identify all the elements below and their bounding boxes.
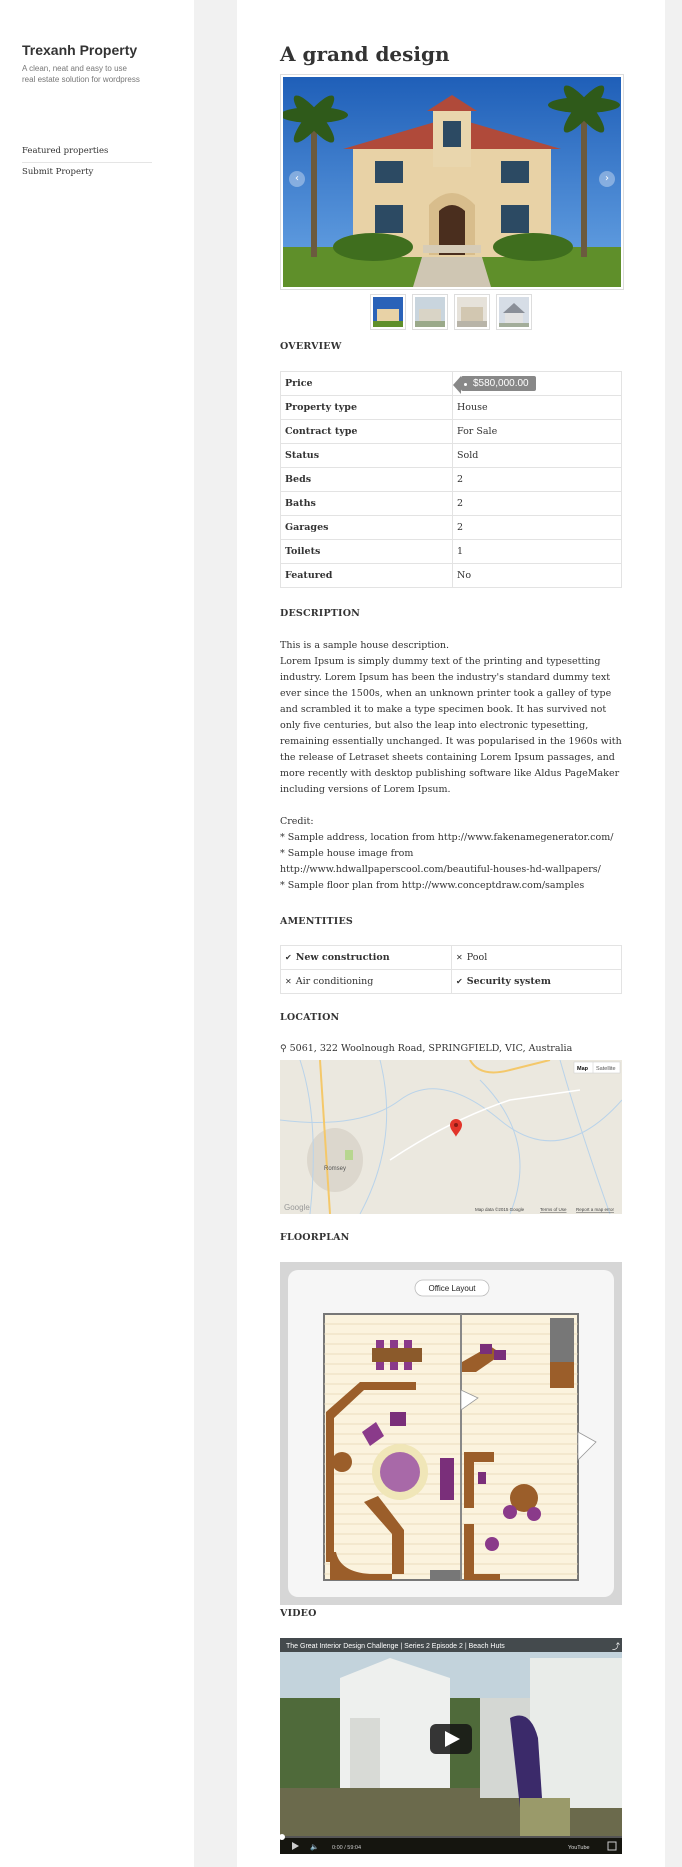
thumbnail-strip <box>370 294 540 330</box>
amenity-item: ✕ Air conditioning <box>279 969 453 994</box>
video-heading: VIDEO <box>280 1608 317 1619</box>
nav-item-submit-property[interactable]: Submit Property <box>22 163 152 183</box>
table-row: Garages 2 <box>280 515 622 540</box>
table-row: Toilets 1 <box>280 539 622 564</box>
map-label-romsey: Romsey <box>324 1166 346 1172</box>
thumbnail-3[interactable] <box>454 294 490 330</box>
row-value: House <box>452 395 622 420</box>
credit-line: * Sample floor plan from http://www.conc… <box>280 880 585 891</box>
row-value: For Sale <box>452 419 622 444</box>
volume-icon[interactable]: 🔈 <box>310 1843 319 1851</box>
amenity-label: New construction <box>295 952 390 963</box>
floorplan-image: Office Layout <box>280 1262 622 1605</box>
row-value: No <box>452 563 622 588</box>
slider-prev-icon[interactable]: ‹ <box>289 171 305 187</box>
main-content: A grand design ‹ › OVERVIEW Price $580,0… <box>237 0 665 1867</box>
row-value: 1 <box>452 539 622 564</box>
video-time: 0:00 / 59:04 <box>332 1845 361 1851</box>
row-value: 2 <box>452 467 622 492</box>
row-value: 2 <box>452 515 622 540</box>
thumbnail-1[interactable] <box>370 294 406 330</box>
amenity-item: ✔ New construction <box>279 945 453 970</box>
map-pin-icon: ⚲ <box>280 1044 287 1054</box>
row-key: Baths <box>280 491 453 516</box>
slider-next-icon[interactable]: › <box>599 171 615 187</box>
row-value: Sold <box>452 443 622 468</box>
site-description: A clean, neat and easy to use real estat… <box>22 64 140 84</box>
thumbnail-2[interactable] <box>412 294 448 330</box>
overview-heading: OVERVIEW <box>280 341 342 352</box>
row-value: 2 <box>452 491 622 516</box>
row-key: Featured <box>280 563 453 588</box>
image-slider[interactable]: ‹ › <box>280 74 624 290</box>
cross-icon: ✕ <box>456 953 463 962</box>
video-title[interactable]: The Great Interior Design Challenge | Se… <box>286 1643 505 1650</box>
address: ⚲ 5061, 322 Woolnough Road, SPRINGFIELD,… <box>280 1043 572 1054</box>
map-widget[interactable]: Romsey Google Map data ©2015 Google Term… <box>280 1060 622 1214</box>
post-title: A grand design <box>280 42 450 66</box>
description-heading: DESCRIPTION <box>280 608 361 619</box>
map-terms-link[interactable]: Terms of Use <box>540 1207 567 1212</box>
video-player[interactable]: The Great Interior Design Challenge | Se… <box>280 1638 622 1854</box>
youtube-logo[interactable]: YouTube <box>568 1845 590 1851</box>
thumbnail-4[interactable] <box>496 294 532 330</box>
map-report-link[interactable]: Report a map error <box>576 1207 615 1212</box>
check-icon: ✔ <box>285 953 292 962</box>
description-body: This is a sample house description. Lore… <box>280 638 624 910</box>
amenity-item: ✕ Pool <box>451 945 622 970</box>
cross-icon: ✕ <box>285 977 292 986</box>
table-row: Property type House <box>280 395 622 420</box>
table-row: Status Sold <box>280 443 622 468</box>
sidebar: Trexanh Property A clean, neat and easy … <box>0 0 194 1867</box>
table-row: Contract type For Sale <box>280 419 622 444</box>
table-row: Price $580,000.00 <box>280 371 622 396</box>
map-type-button[interactable]: Map <box>577 1066 589 1072</box>
table-row: Baths 2 <box>280 491 622 516</box>
location-heading: LOCATION <box>280 1012 340 1023</box>
house-photo <box>283 77 621 287</box>
page-gutter <box>194 0 237 1867</box>
row-key: Property type <box>280 395 453 420</box>
sidebar-nav: Featured properties Submit Property <box>22 142 152 183</box>
amenity-label: Security system <box>466 976 551 987</box>
share-icon[interactable]: ⤴ <box>612 1641 620 1651</box>
price-badge: $580,000.00 <box>453 376 536 394</box>
table-row: Beds 2 <box>280 467 622 492</box>
table-row: ✕ Air conditioning ✔ Security system <box>279 969 622 994</box>
overview-table: Price $580,000.00 Property type House Co… <box>280 371 622 588</box>
row-key: Status <box>280 443 453 468</box>
row-key: Contract type <box>280 419 453 444</box>
amenities-heading: AMENTITIES <box>280 916 353 927</box>
row-key: Price <box>280 371 453 396</box>
credit-line: * Sample address, location from http://w… <box>280 832 614 843</box>
floorplan-title: Office Layout <box>429 1284 477 1293</box>
row-value: $580,000.00 <box>452 371 622 396</box>
address-text: 5061, 322 Woolnough Road, SPRINGFIELD, V… <box>289 1043 573 1054</box>
credit-label: Credit: <box>280 816 314 827</box>
nav-item-featured-properties[interactable]: Featured properties <box>22 142 152 163</box>
check-icon: ✔ <box>456 977 463 986</box>
row-key: Toilets <box>280 539 453 564</box>
credit-line: * Sample house image from http://www.hdw… <box>280 848 601 875</box>
table-row: ✔ New construction ✕ Pool <box>279 945 622 970</box>
table-row: Featured No <box>280 563 622 588</box>
description-text: Lorem Ipsum is simply dummy text of the … <box>280 656 622 795</box>
amenity-label: Pool <box>466 952 488 963</box>
row-key: Garages <box>280 515 453 540</box>
amenity-item: ✔ Security system <box>451 969 622 994</box>
amenity-label: Air conditioning <box>295 976 374 987</box>
map-attribution: Map data ©2015 Google <box>475 1206 525 1212</box>
google-logo: Google <box>284 1203 310 1212</box>
row-key: Beds <box>280 467 453 492</box>
amenities-table: ✔ New construction ✕ Pool ✕ Air conditionin… <box>279 945 622 994</box>
satellite-type-button[interactable]: Satellite <box>596 1066 616 1072</box>
site-title[interactable]: Trexanh Property <box>22 42 137 58</box>
description-intro: This is a sample house description. <box>280 640 450 651</box>
floorplan-heading: FLOORPLAN <box>280 1232 350 1243</box>
